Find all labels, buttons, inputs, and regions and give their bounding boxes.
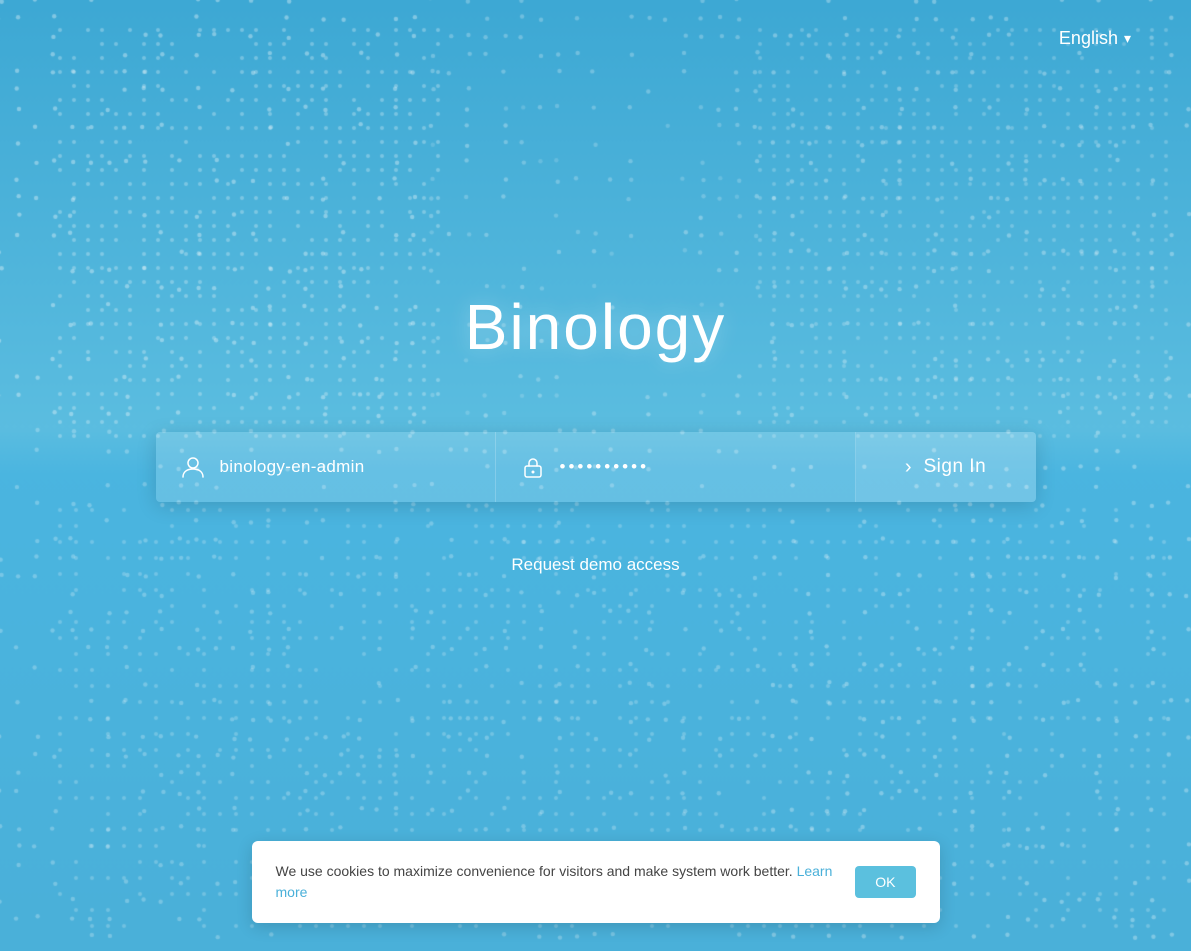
password-field[interactable] <box>496 432 856 502</box>
signin-button[interactable]: › Sign In <box>856 432 1036 502</box>
login-form: › Sign In <box>156 432 1036 502</box>
chevron-down-icon: ▾ <box>1124 30 1131 47</box>
language-label: English <box>1059 28 1118 49</box>
language-selector[interactable]: English ▾ <box>1059 28 1131 49</box>
lock-icon <box>520 454 546 480</box>
cookie-banner: We use cookies to maximize convenience f… <box>252 841 940 923</box>
username-field[interactable] <box>156 432 496 502</box>
username-input[interactable] <box>220 457 471 477</box>
request-demo-link[interactable]: Request demo access <box>511 555 679 575</box>
signin-label: Sign In <box>924 456 987 478</box>
user-icon <box>180 454 206 480</box>
ok-button[interactable]: OK <box>855 866 915 898</box>
arrow-right-icon: › <box>905 456 912 479</box>
app-title: Binology <box>465 290 727 364</box>
password-input[interactable] <box>560 457 831 477</box>
cookie-message: We use cookies to maximize convenience f… <box>276 861 836 903</box>
